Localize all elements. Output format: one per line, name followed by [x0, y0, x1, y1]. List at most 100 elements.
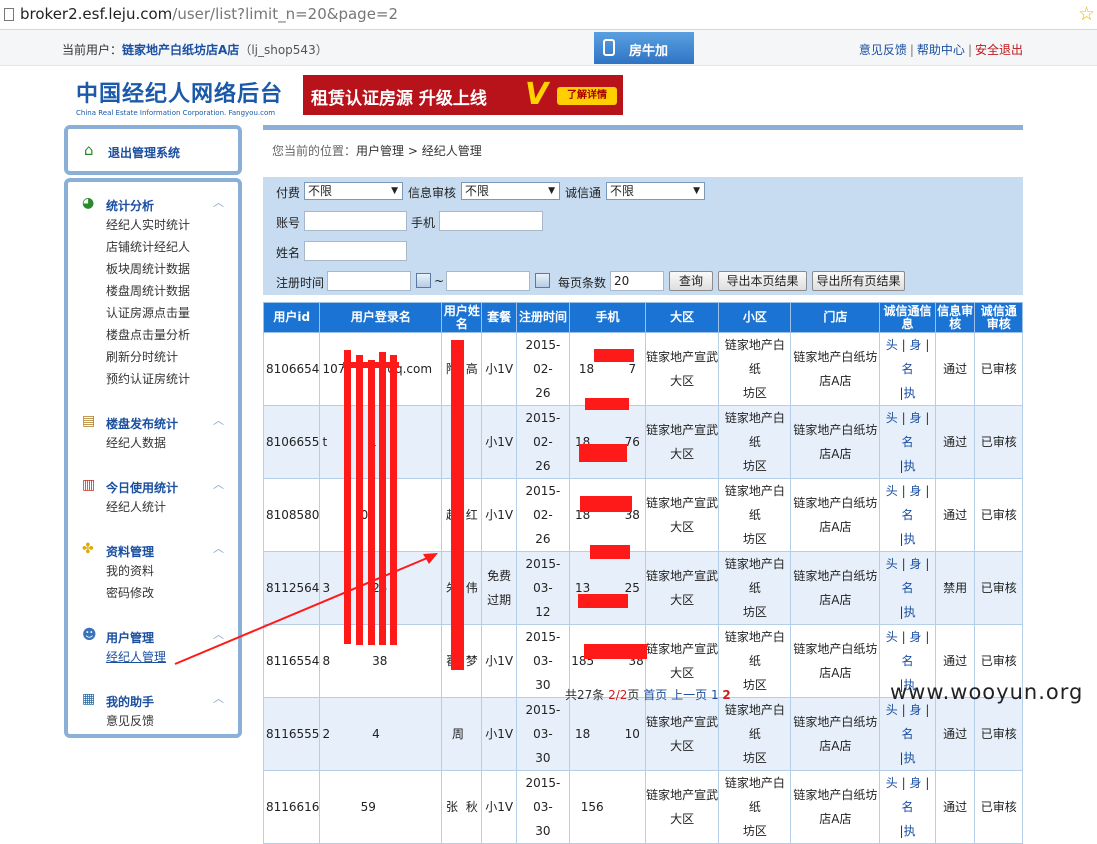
col-header[interactable]: 诚信通信息: [879, 302, 936, 333]
cx-name-link[interactable]: 名: [902, 508, 914, 522]
col-header[interactable]: 小区: [718, 302, 792, 333]
url-text[interactable]: broker2.esf.leju.com/user/list?limit_n=2…: [20, 5, 398, 23]
sidebar-item[interactable]: 我的资料: [74, 560, 232, 582]
cx-name-link[interactable]: 名: [902, 435, 914, 449]
export-page-button[interactable]: 导出本页结果: [718, 271, 807, 291]
calendar-icon[interactable]: [535, 273, 550, 288]
col-header[interactable]: 门店: [790, 302, 881, 333]
col-header[interactable]: 用户姓名: [441, 302, 483, 333]
export-all-button[interactable]: 导出所有页结果: [812, 271, 905, 291]
regtime-end-input[interactable]: [446, 271, 530, 291]
regtime-start-input[interactable]: [327, 271, 411, 291]
page-1-link[interactable]: 1: [711, 688, 719, 702]
col-header[interactable]: 套餐: [481, 302, 518, 333]
phone-part: 10: [624, 727, 640, 741]
cx-body-link[interactable]: 身: [909, 338, 921, 352]
sidebar-item[interactable]: 店铺统计经纪人: [74, 236, 232, 258]
logout-link[interactable]: 安全退出: [975, 43, 1023, 57]
redaction-bar: [579, 444, 627, 462]
cx-head-link[interactable]: 头: [886, 776, 898, 790]
collapse-chevron-icon[interactable]: ︿: [213, 476, 224, 492]
sidebar-item[interactable]: 经纪人数据: [74, 432, 232, 454]
query-button[interactable]: 查询: [669, 271, 713, 291]
cx-exec-link[interactable]: 执: [904, 532, 916, 546]
collapse-chevron-icon[interactable]: ︿: [213, 412, 224, 428]
sidebar-item[interactable]: 认证房源点击量: [74, 302, 232, 324]
cx-head-link[interactable]: 头: [886, 411, 898, 425]
cx-name-link[interactable]: 名: [902, 362, 914, 376]
prev-page-link[interactable]: 上一页: [671, 688, 707, 702]
sidebar-item[interactable]: 楼盘周统计数据: [74, 280, 232, 302]
section-header[interactable]: ▤ 楼盘发布统计 ︿: [74, 410, 232, 432]
bookmark-star-icon[interactable]: ☆: [1078, 3, 1095, 25]
sidebar-item[interactable]: 楼盘点击量分析: [74, 324, 232, 346]
cell-date: 2015-03- 30: [516, 770, 570, 844]
collapse-chevron-icon[interactable]: ︿: [213, 690, 224, 706]
sidebar-item[interactable]: 意见反馈: [74, 710, 232, 732]
cx-body-link[interactable]: 身: [909, 411, 921, 425]
sidebar-item[interactable]: 密码修改: [74, 582, 232, 604]
cx-exec-link[interactable]: 执: [904, 386, 916, 400]
collapse-chevron-icon[interactable]: ︿: [213, 194, 224, 210]
col-header[interactable]: 手机: [568, 302, 647, 333]
info-audit-select[interactable]: 不限 ▼: [461, 182, 560, 200]
pay-select-value: 不限: [308, 184, 333, 198]
cx-body-link[interactable]: 身: [909, 703, 921, 717]
cx-name-link[interactable]: 名: [902, 581, 914, 595]
cx-exec-link[interactable]: 执: [904, 605, 916, 619]
name-input[interactable]: [304, 241, 407, 261]
cx-head-link[interactable]: 头: [886, 630, 898, 644]
cx-body-link[interactable]: 身: [909, 484, 921, 498]
col-header[interactable]: 诚信通审核: [974, 302, 1023, 333]
fangniujia-button[interactable]: 房牛加: [594, 32, 694, 64]
cx-head-link[interactable]: 头: [886, 557, 898, 571]
cx-head-link[interactable]: 头: [886, 338, 898, 352]
sidebar-item[interactable]: 板块周统计数据: [74, 258, 232, 280]
collapse-chevron-icon[interactable]: ︿: [213, 626, 224, 642]
banner-detail-button[interactable]: 了解详情: [557, 87, 617, 105]
cx-select[interactable]: 不限 ▼: [606, 182, 705, 200]
sidebar-item[interactable]: 经纪人实时统计: [74, 214, 232, 236]
section-header[interactable]: ☻ 用户管理 ︿: [74, 624, 232, 646]
cx-head-link[interactable]: 头: [886, 484, 898, 498]
col-header[interactable]: 信息审核: [934, 302, 976, 333]
collapse-chevron-icon[interactable]: ︿: [213, 540, 224, 556]
col-header[interactable]: 注册时间: [516, 302, 570, 333]
pay-select[interactable]: 不限 ▼: [304, 182, 403, 200]
first-page-link[interactable]: 首页: [643, 688, 667, 702]
account-label: 账号: [276, 216, 301, 230]
sidebar-item[interactable]: 经纪人统计: [74, 496, 232, 518]
phone-input[interactable]: [439, 211, 543, 231]
promo-banner[interactable]: 租赁认证房源 升级上线 V 了解详情: [303, 75, 623, 115]
section-header[interactable]: ✤ 资料管理 ︿: [74, 538, 232, 560]
col-header[interactable]: 用户id: [262, 302, 321, 333]
cx-name-link[interactable]: 名: [902, 800, 914, 814]
sidebar-item-broker-management[interactable]: 经纪人管理: [74, 646, 232, 668]
cx-exec-link[interactable]: 执: [904, 459, 916, 473]
section-header[interactable]: ▦ 我的助手 ︿: [74, 688, 232, 710]
cx-head-link[interactable]: 头: [886, 703, 898, 717]
sidebar-item[interactable]: 预约认证房统计: [74, 368, 232, 390]
section-header[interactable]: ▥ 今日使用统计 ︿: [74, 474, 232, 496]
cx-name-link[interactable]: 名: [902, 727, 914, 741]
area-line: 坊区: [742, 751, 767, 765]
section-header[interactable]: ◕ 统计分析 ︿: [74, 192, 232, 214]
cx-body-link[interactable]: 身: [909, 557, 921, 571]
address-bar[interactable]: broker2.esf.leju.com/user/list?limit_n=2…: [0, 0, 1097, 30]
exit-system-link[interactable]: 退出管理系统: [108, 144, 180, 161]
cx-name-link[interactable]: 名: [902, 654, 914, 668]
sidebar-item[interactable]: 刷新分时统计: [74, 346, 232, 368]
shop-name-link[interactable]: 链家地产白纸坊店A店: [122, 43, 239, 57]
account-input[interactable]: [304, 211, 407, 231]
feedback-link[interactable]: 意见反馈: [859, 43, 907, 57]
help-link[interactable]: 帮助中心: [917, 43, 965, 57]
logo[interactable]: 中国经纪人网络后台 China Real Estate Information …: [76, 76, 283, 117]
perpage-input[interactable]: 20: [610, 271, 664, 291]
cx-body-link[interactable]: 身: [909, 630, 921, 644]
cx-exec-link[interactable]: 执: [904, 751, 916, 765]
calendar-icon[interactable]: [416, 273, 431, 288]
cx-body-link[interactable]: 身: [909, 776, 921, 790]
col-header[interactable]: 大区: [645, 302, 720, 333]
cx-exec-link[interactable]: 执: [904, 824, 916, 838]
col-header[interactable]: 用户登录名: [319, 302, 443, 333]
